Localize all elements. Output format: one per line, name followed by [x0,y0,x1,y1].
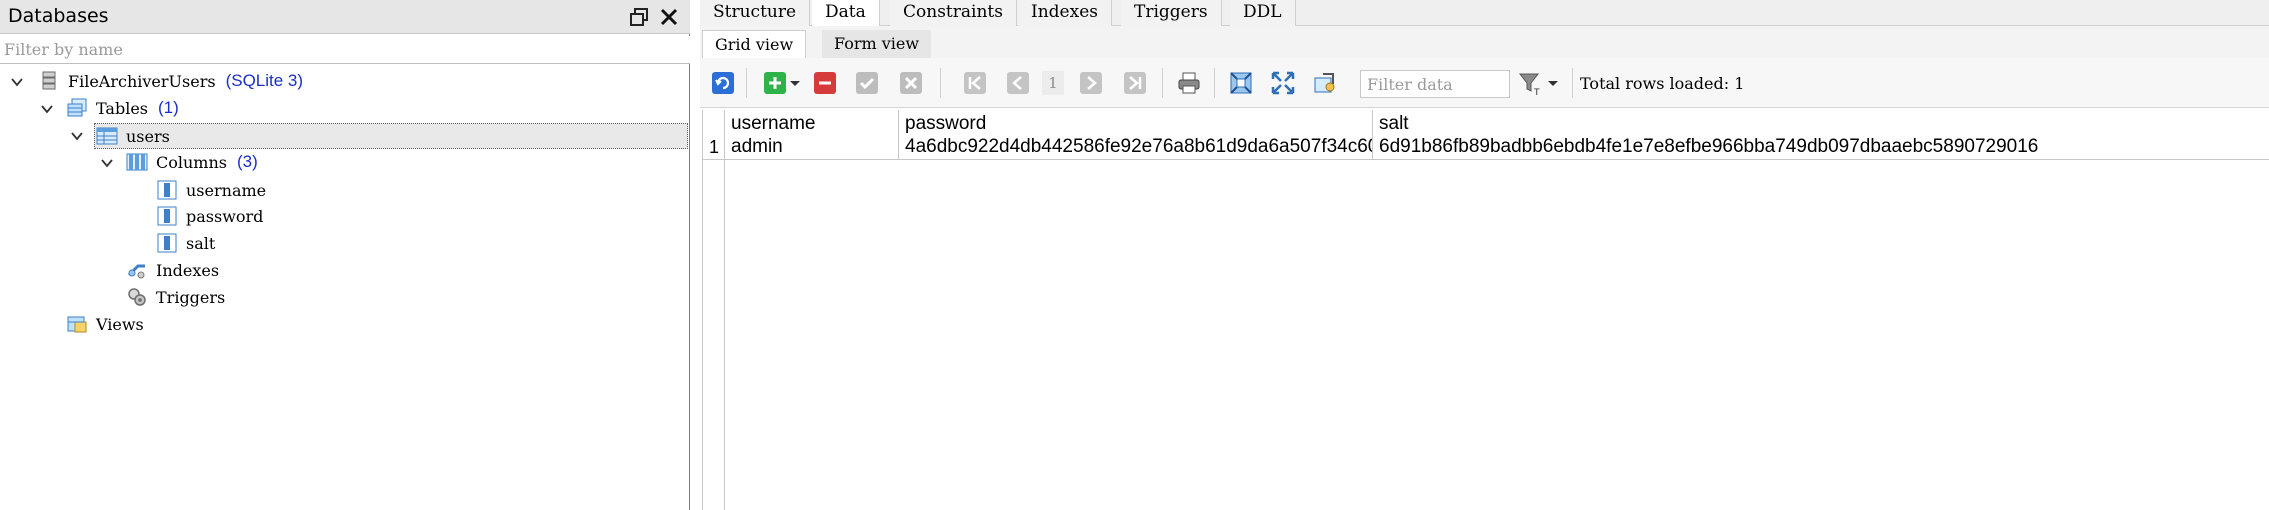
column-icon [157,206,177,226]
table-icon [96,127,118,145]
chevron-down-icon[interactable] [788,70,802,96]
row-number[interactable]: 1 [703,134,725,160]
column-header-username[interactable]: username [725,110,899,134]
selected-row-highlight [94,123,688,149]
tree-item-column-username[interactable]: username [156,177,266,203]
add-row-icon[interactable] [762,70,788,96]
rows-loaded-status: Total rows loaded: 1 [1580,74,1745,93]
cell-salt[interactable]: 6d91b86fb89badbb6ebdb4fe1e7e8efbe966bba7… [1373,134,2269,160]
tab-structure[interactable]: Structure [700,0,811,26]
tree-item-views[interactable]: Views [66,311,144,337]
tree-item-indexes[interactable]: Indexes [126,257,219,283]
refresh-icon[interactable] [710,70,736,96]
tree-item-columns[interactable]: Columns (3) [126,149,258,175]
page-number[interactable]: 1 [1042,71,1064,95]
print-icon[interactable] [1176,70,1202,96]
chevron-down-icon[interactable] [10,75,24,89]
column-icon [157,180,177,200]
panel-header: Databases [0,0,690,34]
export-icon[interactable] [1312,70,1338,96]
panel-title: Databases [8,5,109,27]
close-icon[interactable] [658,6,680,28]
row-header-column [703,110,725,510]
filter-data-input[interactable] [1360,70,1510,98]
triggers-icon [128,288,146,306]
tables-count: (1) [158,98,179,117]
columns-count: (3) [236,152,258,171]
chevron-down-icon[interactable] [100,156,114,170]
tree-item-tables[interactable]: Tables (1) [66,95,179,121]
prev-page-icon[interactable] [1005,70,1031,96]
tree-item-column-password[interactable]: password [156,203,263,229]
svg-text:T: T [1533,88,1540,96]
table-editor: Structure Data Constraints Indexes Trigg… [700,0,2269,510]
database-icon [42,71,56,90]
views-label: Views [96,314,144,334]
indexes-label: Indexes [156,260,220,280]
tab-constraints[interactable]: Constraints [890,0,1017,26]
column-icon [157,233,177,253]
tab-ddl[interactable]: DDL [1230,0,1296,26]
restore-window-icon[interactable] [628,6,650,28]
filter-by-name-input[interactable] [0,36,690,64]
tree-item-triggers[interactable]: Triggers [126,284,225,310]
rollback-icon[interactable] [898,70,924,96]
tree-item-users-table[interactable]: users [96,123,170,149]
column-header-salt[interactable]: salt [1373,110,2269,134]
toolbar-separator [940,68,941,98]
tree-item-database[interactable]: FileArchiverUsers (SQLite 3) [38,68,303,94]
toolbar-separator [1214,68,1215,98]
tab-indexes[interactable]: Indexes [1018,0,1112,26]
commit-icon[interactable] [854,70,880,96]
last-page-icon[interactable] [1122,70,1148,96]
data-grid: username password salt 1 admin 4a6dbc922… [702,110,2269,510]
column-label: username [186,180,267,200]
next-page-icon[interactable] [1078,70,1104,96]
fit-columns-icon[interactable] [1228,70,1254,96]
tables-label: Tables [96,98,149,118]
columns-label: Columns [156,152,227,172]
toolbar-separator [746,68,747,98]
users-label: users [126,126,170,146]
database-type: (SQLite 3) [225,71,304,90]
toolbar-separator [1162,68,1163,98]
cell-username[interactable]: admin [725,134,899,160]
chevron-down-icon[interactable] [40,102,54,116]
databases-panel: Databases FileArchiverUsers (SQLite 3) T… [0,0,690,510]
database-label: FileArchiverUsers [68,71,216,91]
editor-tabbar: Structure Data Constraints Indexes Trigg… [700,0,2269,27]
filter-icon[interactable]: T [1518,70,1542,96]
view-subtabbar: Grid view Form view [700,26,2269,58]
chevron-down-icon[interactable] [1546,70,1560,96]
column-label: password [186,206,264,226]
column-header-password[interactable]: password [899,110,1373,134]
column-label: salt [186,233,216,253]
delete-row-icon[interactable] [812,70,838,96]
expand-columns-icon[interactable] [1270,70,1296,96]
indexes-icon [127,264,145,279]
triggers-label: Triggers [156,287,226,307]
tab-form-view[interactable]: Form view [822,30,932,58]
tables-icon [67,98,87,117]
tab-triggers[interactable]: Triggers [1121,0,1222,26]
tab-grid-view[interactable]: Grid view [702,30,807,58]
first-page-icon[interactable] [962,70,988,96]
views-icon [67,316,87,333]
chevron-down-icon[interactable] [70,129,84,143]
tab-data[interactable]: Data [812,0,880,27]
cell-password[interactable]: 4a6dbc922d4db442586fe92e76a8b61d9da6a507… [899,134,1373,160]
columns-icon [126,153,148,171]
tree-item-column-salt[interactable]: salt [156,230,215,256]
data-toolbar: 1 Filter data T Total rows loaded: 1 [700,58,2269,108]
toolbar-separator [1572,68,1573,98]
